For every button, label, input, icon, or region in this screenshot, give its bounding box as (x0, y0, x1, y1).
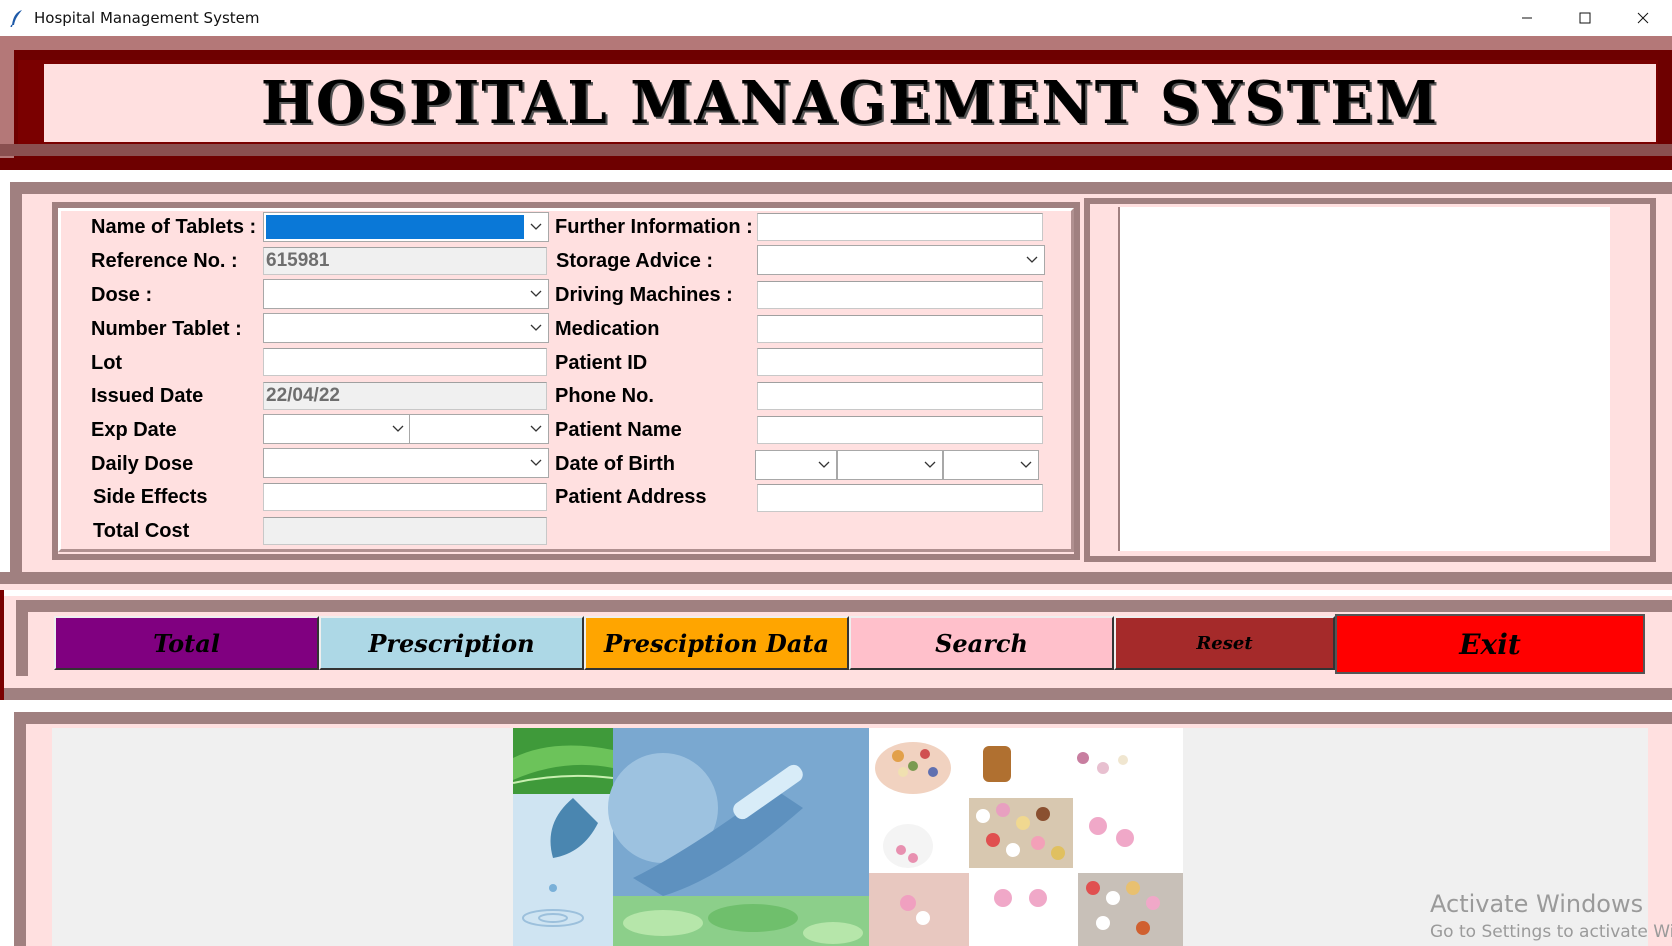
close-icon (1637, 12, 1649, 24)
issued-date-field[interactable]: 22/04/22 (263, 382, 547, 410)
page-title: HOSPITAL MANAGEMENT SYSTEM (260, 68, 1440, 138)
total-cost-field[interactable] (263, 517, 547, 545)
chevron-down-icon[interactable] (388, 417, 408, 441)
label-patient-address: Patient Address (555, 486, 707, 508)
label-issued-date: Issued Date (91, 385, 204, 407)
prescription-button[interactable]: Prescription (319, 616, 584, 670)
label-storage-advice: Storage Advice : (556, 250, 714, 272)
search-button[interactable]: Search (849, 616, 1114, 670)
activate-windows-watermark: Activate Windows (1430, 890, 1644, 918)
tablet-name-combo[interactable] (263, 212, 549, 242)
medical-collage-image (513, 728, 1183, 946)
data-frame-gap (0, 584, 1672, 590)
header-bevel-left (0, 36, 14, 158)
lot-field[interactable] (263, 348, 547, 376)
reset-button[interactable]: Reset (1114, 616, 1335, 670)
dose-combo[interactable] (263, 279, 549, 309)
label-exp-date: Exp Date (91, 419, 177, 441)
data-frame-border-top (10, 182, 1672, 194)
prescription-textbox[interactable] (1118, 207, 1610, 551)
header-panel: HOSPITAL MANAGEMENT SYSTEM (44, 64, 1656, 142)
chevron-down-icon[interactable] (1022, 248, 1042, 272)
label-number-tablet: Number Tablet : (91, 318, 242, 340)
data-frame-border-bottom (0, 572, 1672, 584)
records-frame-border-top (14, 712, 1672, 724)
data-frame-border-left (10, 182, 22, 572)
driving-machines-field[interactable] (757, 281, 1043, 309)
records-frame-border-left (14, 712, 26, 946)
feather-icon (8, 9, 26, 27)
button-frame-edge (0, 590, 4, 700)
close-button[interactable] (1614, 0, 1672, 36)
window-titlebar: Hospital Management System (0, 0, 1672, 36)
window-title: Hospital Management System (34, 9, 260, 27)
patient-name-field[interactable] (757, 416, 1043, 444)
patient-address-field[interactable] (757, 484, 1043, 512)
phone-no-field[interactable] (757, 382, 1043, 410)
label-phone-no: Phone No. (555, 385, 654, 407)
storage-advice-combo[interactable] (757, 245, 1045, 275)
label-patient-id: Patient ID (555, 352, 648, 374)
total-button[interactable]: Total (54, 616, 319, 670)
chevron-down-icon[interactable] (526, 215, 546, 239)
button-frame-border-left (16, 600, 28, 676)
dob-year-combo[interactable] (943, 450, 1039, 480)
label-further-information: Further Information : (555, 216, 753, 238)
side-effects-field[interactable] (263, 483, 547, 511)
exp-date-combo-2[interactable] (409, 414, 549, 444)
daily-dose-combo[interactable] (263, 448, 549, 478)
window-controls (1498, 0, 1672, 36)
chevron-down-icon[interactable] (526, 417, 546, 441)
label-patient-name: Patient Name (555, 419, 682, 441)
records-frame-edge-right (1648, 724, 1672, 946)
exp-date-combo-1[interactable] (263, 414, 411, 444)
activate-windows-subtext: Go to Settings to activate Windows. (1430, 922, 1672, 942)
dob-month-combo[interactable] (837, 450, 943, 480)
label-dose: Dose : (91, 284, 153, 306)
header-bevel (0, 36, 1672, 50)
label-lot: Lot (91, 352, 123, 374)
combo-selection (266, 215, 524, 239)
dob-day-combo[interactable] (755, 450, 837, 480)
button-frame-border-top (16, 600, 1672, 612)
chevron-down-icon[interactable] (814, 453, 834, 477)
label-name-of-tablets: Name of Tablets : (91, 216, 257, 238)
label-daily-dose: Daily Dose (91, 453, 194, 475)
label-side-effects: Side Effects (93, 486, 208, 508)
button-frame-border-bottom (4, 688, 1672, 700)
chevron-down-icon[interactable] (526, 316, 546, 340)
number-tablet-combo[interactable] (263, 313, 549, 343)
label-reference-no: Reference No. : (91, 250, 238, 272)
header-bevel-bottom (0, 144, 1672, 156)
maximize-icon (1579, 12, 1591, 24)
label-date-of-birth: Date of Birth (555, 453, 675, 475)
patient-id-field[interactable] (757, 348, 1043, 376)
reference-no-field[interactable]: 615981 (263, 247, 547, 275)
medication-field[interactable] (757, 315, 1043, 343)
maximize-button[interactable] (1556, 0, 1614, 36)
minimize-icon (1522, 17, 1532, 19)
chevron-down-icon[interactable] (1016, 453, 1036, 477)
exit-button[interactable]: Exit (1335, 614, 1645, 674)
label-total-cost: Total Cost (93, 520, 190, 542)
chevron-down-icon[interactable] (920, 453, 940, 477)
prescription-data-button[interactable]: Presciption Data (584, 616, 849, 670)
label-driving-machines: Driving Machines : (555, 284, 733, 306)
chevron-down-icon[interactable] (526, 451, 546, 475)
minimize-button[interactable] (1498, 0, 1556, 36)
label-medication: Medication (555, 318, 660, 340)
chevron-down-icon[interactable] (526, 282, 546, 306)
records-frame-edge-left (26, 724, 52, 946)
further-information-field[interactable] (757, 213, 1043, 241)
